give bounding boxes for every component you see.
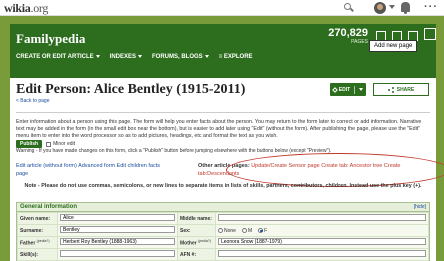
given-name-label: Given name: [17,212,58,225]
general-info-form: General information [hide] Given name: A… [16,202,430,261]
given-name-field[interactable]: Alice [60,214,175,221]
radio-m[interactable] [241,227,247,233]
surname-label: Surname: [17,224,58,237]
add-new-page-tooltip: Add new page [369,40,418,52]
separator-note: Note - Please do not use commas, semicol… [24,183,422,189]
back-to-page-link[interactable]: < Back to page [16,98,50,104]
middle-name-label: Middle name: [177,212,216,225]
page-count-number: 270,829 [328,27,368,39]
minor-edit-option[interactable]: Minor edit [46,141,75,147]
form-row: Skill(s): AFN #: [17,248,429,261]
father-label: Father (pedia?) [17,236,58,249]
form-table: Given name: Alice Middle name: Surname: … [17,212,429,261]
skills-label: Skill(s): [17,248,58,261]
wiki-nav: CREATE OR EDIT ARTICLE INDEXES FORUMS, B… [16,54,253,60]
radio-none[interactable] [218,227,223,233]
nav-indexes[interactable]: INDEXES [110,54,143,60]
add-new-page-button[interactable] [424,28,436,40]
advanced-edit-link[interactable]: Advanced form Edit children facts [78,163,160,169]
more-icon[interactable]: ··· [424,2,438,13]
wiki-title[interactable]: Familypedia [16,31,85,47]
page-count-label: PAGES [351,39,368,45]
afn-field[interactable] [218,250,426,257]
form-row: Father (pedia?) Herbert Roy Bentley (188… [17,236,429,249]
minor-edit-checkbox[interactable] [46,141,52,147]
sex-label: Sex: [177,224,216,237]
wikia-logo[interactable]: wikia.org [4,1,48,16]
notifications-icon[interactable] [401,2,410,14]
sex-option-none[interactable]: None [218,228,236,234]
mother-field[interactable]: Leonora Snow (1887-1979) [218,238,426,245]
publish-warning: Warning - If you have made changes on th… [16,148,332,154]
pencil-icon [331,86,338,93]
skills-field[interactable] [60,250,175,257]
publish-row: Publish Minor edit [16,140,75,148]
middle-name-field[interactable] [218,214,426,221]
sex-option-m[interactable]: M [241,227,252,234]
surname-field[interactable]: Bentley [60,226,175,233]
share-button[interactable]: SHARE [373,83,429,96]
publish-button[interactable]: Publish [16,140,43,148]
page-count: 270,829 PAGES [320,27,368,45]
chevron-down-icon[interactable] [359,88,364,91]
afn-label: AFN #: [177,248,216,261]
share-icon [387,86,394,93]
edit-children-page-link[interactable]: page [16,171,28,177]
form-header: General information [hide] [17,203,429,212]
edit-without-form-link[interactable]: Edit article (without form) [16,163,77,169]
page-title: Edit Person: Alice Bentley (1915-2011) [16,82,246,97]
form-row: Surname: Bentley Sex: None M F [17,224,429,237]
content-area: Edit Person: Alice Bentley (1915-2011) <… [10,78,444,261]
radio-f[interactable] [258,227,264,233]
wikia-topbar: wikia.org ··· [0,0,444,16]
nav-forums-blogs[interactable]: FORUMS, BLOGS [152,54,209,60]
father-field[interactable]: Herbert Roy Bentley (1888-1963) [60,238,175,245]
form-title: General information [20,204,78,210]
mother-label: Mother (pedia?) [177,236,216,249]
avatar[interactable] [374,2,386,14]
form-row: Given name: Alice Middle name: [17,212,429,225]
nav-explore[interactable]: ≡ EXPLORE [219,54,253,60]
nav-create-or-edit[interactable]: CREATE OR EDIT ARTICLE [16,54,100,60]
form-instructions: Enter information about a person using t… [16,119,422,140]
hide-link[interactable]: [hide] [414,204,426,210]
chevron-down-icon[interactable] [389,5,395,9]
page-root: wikia.org ··· Familypedia 270,829 PAGES … [0,0,444,261]
search-icon[interactable] [344,3,354,13]
sex-option-f[interactable]: F [258,228,267,234]
divider [16,112,430,113]
sex-radio-group: None M F [218,228,426,234]
edit-button[interactable]: EDIT [330,83,366,96]
